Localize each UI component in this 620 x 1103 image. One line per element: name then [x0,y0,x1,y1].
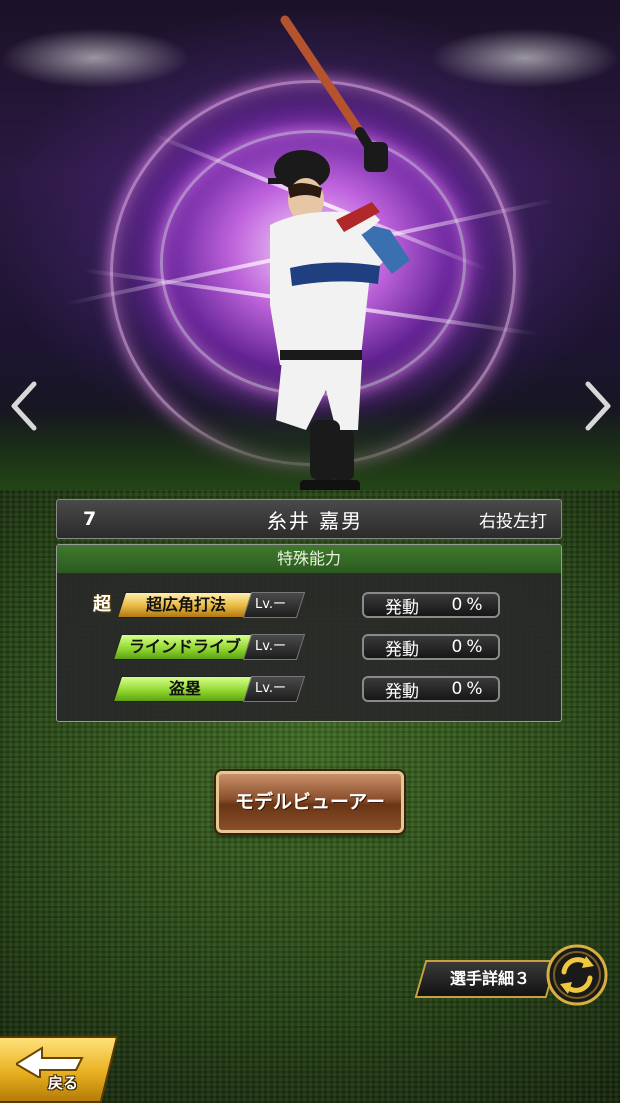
ability-level: Lv.ー [255,681,287,696]
player-name: 糸井 嘉男 [266,508,364,533]
ability-name: 盗塁 [168,679,201,698]
next-player-button[interactable] [578,376,618,436]
chevron-left-icon [11,381,37,431]
activation-rate: 0% [451,679,487,699]
player-detail-button[interactable]: 選手詳細３ [414,960,558,998]
model-viewer-button[interactable]: モデルビューアー [216,771,404,833]
back-label: 戻る [48,1074,79,1092]
activation-box: 発動 0% [362,676,500,702]
ability-level: Lv.ー [255,597,287,612]
ability-row[interactable]: ラインドライブ Lv.ー 発動 0% [57,634,563,660]
back-button[interactable]: 戻る [0,1036,119,1103]
uniform-number: 7 [83,508,97,530]
stadium-light [0,28,190,88]
cycle-arrows-icon[interactable] [546,944,608,1006]
player-card-art [0,0,620,500]
panel-title: 特殊能力 [57,545,561,574]
ability-row[interactable]: 超 超広角打法 Lv.ー 発動 0% [57,592,563,618]
activation-rate: 0% [451,595,487,615]
player-name-bar: 7 糸井 嘉男 右投左打 [56,499,562,539]
ability-name: ラインドライブ [128,637,241,656]
activation-label: 発動 [385,639,419,660]
activation-label: 発動 [385,681,419,702]
batter-figure [268,15,410,494]
super-mark: 超 [93,594,111,615]
stadium-light [430,28,620,88]
activation-box: 発動 0% [362,634,500,660]
special-abilities-panel: 特殊能力 超 超広角打法 Lv.ー 発動 0% ラインドライブ Lv.ー 発動 … [56,544,562,722]
player-detail-label: 選手詳細３ [449,969,530,988]
prev-player-button[interactable] [4,376,44,436]
handedness: 右投左打 [479,511,547,532]
activation-label: 発動 [385,597,419,618]
chevron-right-icon [585,381,611,431]
ability-level: Lv.ー [255,639,287,654]
activation-box: 発動 0% [362,592,500,618]
ability-row[interactable]: 盗塁 Lv.ー 発動 0% [57,676,563,702]
activation-rate: 0% [451,637,487,657]
ability-name: 超広角打法 [145,595,226,614]
